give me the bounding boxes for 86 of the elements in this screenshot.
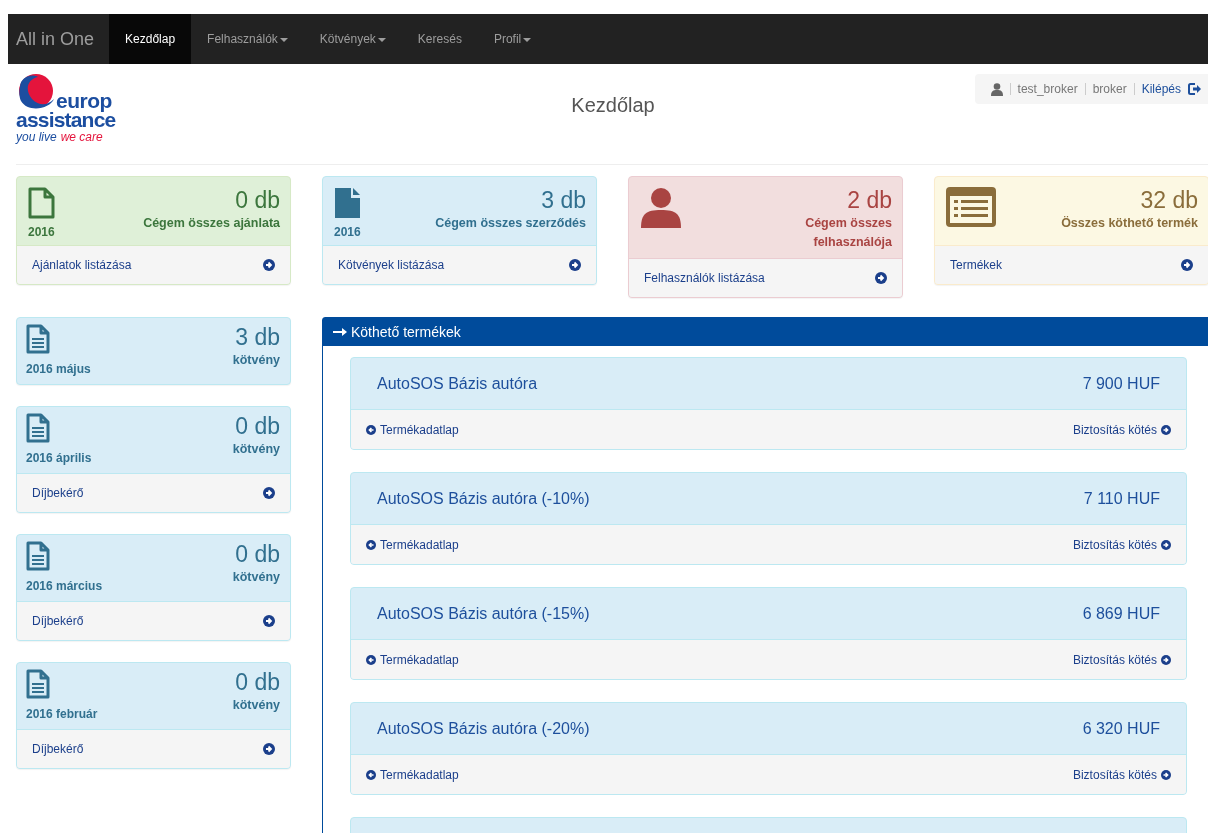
arrow-circle-icon: [263, 743, 275, 755]
card-label: Összes köthető termék: [1061, 215, 1198, 232]
page-title: Kezdőlap: [571, 93, 655, 118]
product-name: AutoSOS Bázis autóra (-10%): [377, 489, 590, 508]
purchase-link[interactable]: Biztosítás kötés: [1072, 422, 1171, 437]
role-text: broker: [1092, 82, 1127, 96]
card-label: Cégem összes ajánlata: [143, 215, 280, 232]
period-text: 2016 február: [26, 707, 98, 721]
purchase-link[interactable]: Biztosítás kötés: [1072, 537, 1171, 552]
slogan-text: we care: [60, 130, 103, 144]
document-icon: [26, 541, 50, 571]
arrow-circle-icon: [263, 487, 275, 499]
arrow-circle-icon: [366, 539, 376, 550]
product-name: AutoSOS Bázis autóra: [377, 374, 538, 393]
nav-item[interactable]: Profil: [477, 14, 548, 64]
arrow-circle-icon: [263, 615, 275, 627]
count-text: 3 db: [541, 187, 586, 214]
card-label: Cégem összes felhasználója: [804, 215, 892, 251]
arrow-icon: [333, 328, 347, 336]
arrow-circle-icon: [263, 259, 275, 271]
year-text: 2016: [334, 225, 361, 239]
arrow-circle-icon: [1161, 654, 1171, 665]
logout-link[interactable]: Kilépés: [1141, 82, 1181, 96]
count-text: 0 db: [235, 413, 280, 440]
file-icon: [334, 187, 361, 219]
brand-link[interactable]: All in One: [8, 14, 110, 64]
product-name: AutoSOS Bázis autóra (-20%): [377, 719, 590, 738]
document-icon: [26, 324, 50, 354]
user-icon: [990, 82, 1003, 96]
unit-text: kötvény: [232, 697, 280, 714]
arrow-circle-icon: [875, 272, 887, 284]
user-icon: [640, 187, 682, 229]
product-price: 6 869 HUF: [1082, 604, 1160, 623]
datasheet-link[interactable]: Termékadatlap: [366, 422, 459, 437]
count-text: 0 db: [235, 541, 280, 568]
arrow-circle-icon: [366, 769, 376, 780]
count-text: 0 db: [235, 669, 280, 696]
invoice-link[interactable]: Díjbekérő: [17, 729, 290, 768]
count-text: 0 db: [235, 187, 280, 214]
arrow-circle-icon: [1161, 539, 1171, 550]
arrow-circle-icon: [1161, 424, 1171, 435]
period-text: 2016 április: [26, 451, 92, 465]
nav-item[interactable]: Kezdőlap: [109, 14, 192, 64]
datasheet-link[interactable]: Termékadatlap: [366, 537, 459, 552]
list-link[interactable]: Ajánlatok listázása: [17, 245, 290, 284]
count-text: 3 db: [235, 324, 280, 351]
nav-item[interactable]: Felhasználók: [191, 14, 304, 64]
logo-text: europ: [56, 92, 113, 110]
arrow-circle-icon: [366, 424, 376, 435]
document-icon: [26, 669, 50, 699]
file-icon: [28, 187, 55, 219]
arrow-circle-icon: [366, 654, 376, 665]
username-text: test_broker: [1017, 82, 1078, 96]
unit-text: kötvény: [232, 352, 280, 369]
card-label: Cégem összes szerződés: [435, 215, 586, 232]
product-price: 7 900 HUF: [1082, 374, 1160, 393]
datasheet-link[interactable]: Termékadatlap: [366, 652, 459, 667]
purchase-link[interactable]: Biztosítás kötés: [1072, 652, 1171, 667]
datasheet-link[interactable]: Termékadatlap: [366, 767, 459, 782]
list-link[interactable]: Kötvények listázása: [323, 245, 596, 284]
arrow-circle-icon: [569, 259, 581, 271]
period-text: 2016 március: [26, 579, 103, 593]
product-name: AutoSOS Bázis autóra (-15%): [377, 604, 590, 623]
invoice-link[interactable]: Díjbekérő: [17, 473, 290, 512]
panel-title: Köthető termékek: [351, 324, 461, 340]
logo-icon: [16, 73, 56, 109]
list-link[interactable]: Felhasználók listázása: [629, 258, 902, 297]
purchase-link[interactable]: Biztosítás kötés: [1072, 767, 1171, 782]
arrow-circle-icon: [1161, 769, 1171, 780]
list-icon: [946, 187, 996, 227]
list-link[interactable]: Termékek: [935, 245, 1208, 284]
nav-item[interactable]: Keresés: [401, 14, 478, 64]
product-price: 6 320 HUF: [1082, 719, 1160, 738]
period-text: 2016 május: [26, 362, 91, 376]
product-price: 7 110 HUF: [1083, 489, 1160, 508]
nav-item[interactable]: Kötvények: [303, 14, 402, 64]
unit-text: kötvény: [232, 441, 280, 458]
unit-text: kötvény: [232, 569, 280, 586]
invoice-link[interactable]: Díjbekérő: [17, 601, 290, 640]
arrow-circle-icon: [1181, 259, 1193, 271]
count-text: 32 db: [1140, 187, 1198, 214]
logout-icon: [1188, 83, 1201, 95]
count-text: 2 db: [847, 187, 892, 214]
slogan-text: you live: [16, 130, 57, 144]
year-text: 2016: [28, 225, 55, 239]
document-icon: [26, 413, 50, 443]
